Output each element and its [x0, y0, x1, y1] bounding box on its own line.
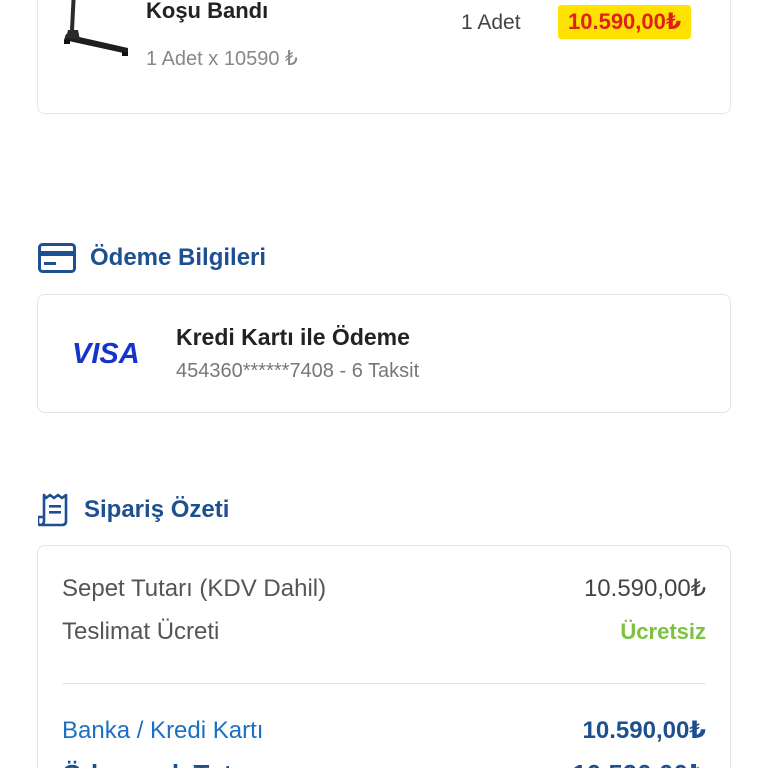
- product-card: Koşu Bandı 1 Adet x 10590 ₺ 1 Adet 10.59…: [37, 0, 731, 114]
- total-due-value: 10.590,00₺: [572, 759, 706, 768]
- card-payment-value: 10.590,00₺: [582, 717, 706, 744]
- basket-total-row: Sepet Tutarı (KDV Dahil) 10.590,00₺: [62, 574, 706, 603]
- product-unit-detail: 1 Adet x 10590 ₺: [146, 48, 298, 70]
- shipping-fee-row: Teslimat Ücreti Ücretsiz: [62, 618, 706, 646]
- product-name: Koşu Bandı: [146, 0, 269, 23]
- card-payment-label: Banka / Kredi Kartı: [62, 716, 264, 744]
- summary-section-header: Sipariş Özeti: [38, 493, 229, 527]
- shipping-fee-value: Ücretsiz: [620, 619, 706, 644]
- treadmill-image: [64, 0, 128, 56]
- summary-divider: [62, 683, 706, 684]
- summary-section-title: Sipariş Özeti: [84, 496, 230, 523]
- product-price-badge: 10.590,00₺: [558, 5, 692, 39]
- basket-total-value: 10.590,00₺: [583, 575, 706, 602]
- total-due-row: Ödenecek Tutar 10.590,00₺: [62, 759, 706, 768]
- shipping-fee-label: Teslimat Ücreti: [62, 618, 220, 645]
- product-quantity: 1 Adet: [461, 11, 521, 34]
- card-payment-row: Banka / Kredi Kartı 10.590,00₺: [62, 716, 706, 745]
- basket-total-label: Sepet Tutarı (KDV Dahil): [62, 574, 327, 602]
- payment-section-title: Ödeme Bilgileri: [90, 244, 267, 271]
- payment-method-title: Kredi Kartı ile Ödeme: [176, 324, 410, 350]
- payment-section-header: Ödeme Bilgileri: [38, 243, 266, 273]
- order-confirmation-page: Koşu Bandı 1 Adet x 10590 ₺ 1 Adet 10.59…: [0, 0, 768, 768]
- payment-method-card: VISA Kredi Kartı ile Ödeme 454360******7…: [37, 294, 731, 413]
- total-due-label: Ödenecek Tutar: [62, 759, 257, 768]
- receipt-icon: [38, 493, 68, 527]
- order-summary-card: Sepet Tutarı (KDV Dahil) 10.590,00₺ Tesl…: [37, 545, 731, 768]
- card-installment-info: 454360******7408 - 6 Taksit: [176, 360, 420, 382]
- credit-card-icon: [38, 243, 76, 273]
- visa-logo: VISA: [72, 338, 140, 370]
